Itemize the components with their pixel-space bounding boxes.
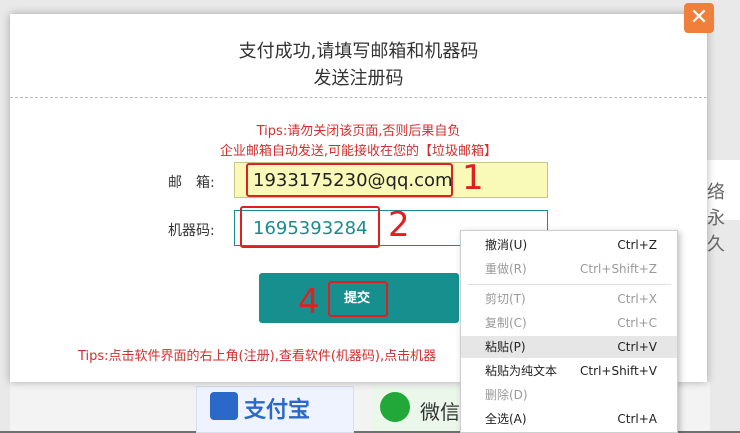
wechat-icon: [380, 392, 410, 422]
menu-item-shortcut: Ctrl+Z: [617, 238, 657, 252]
menu-item-label: 剪切(T): [485, 292, 526, 306]
menu-item-label: 粘贴为纯文本: [485, 364, 558, 378]
background-partial-text: 络永久: [707, 182, 725, 255]
menu-item-label: 全选(A): [485, 412, 527, 426]
annotation-number-2: 2: [388, 205, 410, 245]
spam-folder-tip: 企业邮箱自动发送,可能接收在您的【垃圾邮箱】: [219, 144, 498, 159]
dialog-title: 支付成功,请填写邮箱和机器码: [238, 41, 479, 62]
menu-separator: [467, 284, 671, 285]
annotation-number-4: 4: [298, 282, 320, 322]
annotation-box-machine-code: [240, 206, 380, 248]
annotation-box-email: [246, 163, 453, 197]
warning-tip: Tips:请勿关闭该页面,否则后果自负: [256, 124, 461, 139]
menu-item-shortcut: Ctrl+C: [617, 316, 657, 330]
menu-item-label: 撤消(U): [485, 238, 528, 252]
dialog-subtitle: 发送注册码: [313, 68, 404, 89]
context-menu-item-undo[interactable]: 撤消(U) Ctrl+Z: [461, 234, 677, 256]
context-menu-item-delete[interactable]: 删除(D): [461, 384, 677, 406]
menu-item-label: 删除(D): [485, 388, 528, 402]
machine-code-label: 机器码:: [168, 223, 215, 239]
menu-item-shortcut: Ctrl+Shift+V: [580, 364, 657, 378]
menu-item-label: 复制(C): [485, 316, 527, 330]
email-label: 邮 箱:: [168, 175, 215, 191]
bottom-tip: Tips:点击软件界面的右上角(注册),查看软件(机器码),点击机器: [78, 349, 437, 364]
context-menu-item-cut[interactable]: 剪切(T) Ctrl+X: [461, 288, 677, 310]
annotation-box-submit: [328, 281, 388, 317]
alipay-icon: [210, 392, 238, 420]
context-menu-item-copy[interactable]: 复制(C) Ctrl+C: [461, 312, 677, 334]
menu-item-shortcut: Ctrl+V: [617, 340, 657, 354]
context-menu-item-redo[interactable]: 重做(R) Ctrl+Shift+Z: [461, 258, 677, 280]
context-menu: 撤消(U) Ctrl+Z 重做(R) Ctrl+Shift+Z 剪切(T) Ct…: [460, 230, 678, 433]
divider: [10, 97, 707, 98]
menu-item-shortcut: Ctrl+X: [617, 292, 657, 306]
alipay-label: 支付宝: [244, 398, 311, 423]
annotation-number-1: 1: [462, 158, 484, 198]
menu-item-shortcut: Ctrl+Shift+Z: [580, 262, 657, 276]
menu-item-label: 重做(R): [485, 262, 527, 276]
close-button[interactable]: ✕: [684, 3, 714, 33]
context-menu-item-paste[interactable]: 粘贴(P) Ctrl+V: [461, 336, 677, 358]
context-menu-item-paste-plain[interactable]: 粘贴为纯文本 Ctrl+Shift+V: [461, 360, 677, 382]
context-menu-item-select-all[interactable]: 全选(A) Ctrl+A: [461, 408, 677, 430]
menu-item-label: 粘贴(P): [485, 340, 526, 354]
menu-item-shortcut: Ctrl+A: [617, 412, 657, 426]
wechat-label: 微信: [420, 400, 460, 424]
